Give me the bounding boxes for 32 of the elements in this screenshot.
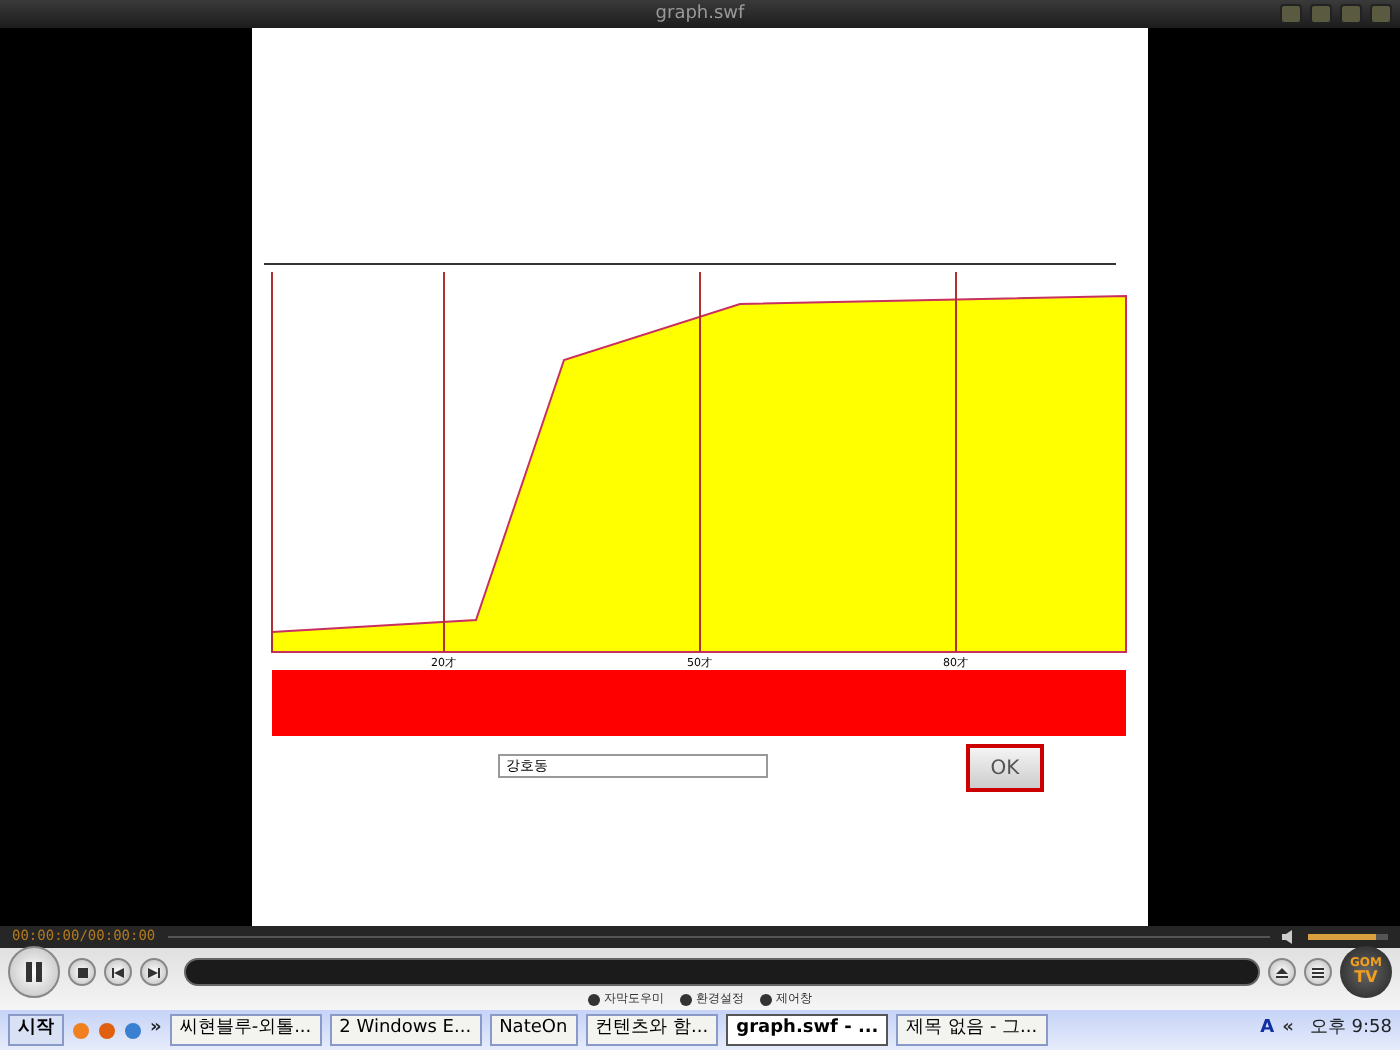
next-icon (148, 967, 160, 977)
list-icon (1312, 967, 1324, 977)
language-indicator[interactable]: A (1260, 1016, 1275, 1044)
window-title: graph.swf (655, 2, 745, 28)
pause-icon (26, 962, 42, 982)
taskbar-button[interactable]: graph.swf - ... (726, 1014, 889, 1046)
browser-icon[interactable] (124, 1021, 142, 1039)
more-button[interactable]: » (150, 1016, 162, 1044)
window-button[interactable] (1280, 4, 1302, 24)
taskbar-button[interactable]: 제목 없음 - 그... (896, 1014, 1048, 1046)
expand-tray-button[interactable]: « (1282, 1016, 1294, 1044)
next-button[interactable] (140, 958, 168, 986)
minimize-button[interactable] (1310, 4, 1332, 24)
clock: 오후 9:58 (1309, 1016, 1392, 1043)
volume-slider[interactable] (1308, 934, 1388, 940)
pause-button[interactable] (8, 946, 60, 998)
stop-button[interactable] (68, 958, 96, 986)
taskbar-button[interactable]: 2 Windows E... (329, 1014, 482, 1046)
playlist-button[interactable] (1304, 958, 1332, 986)
taskbar-button[interactable]: 컨텐츠와 함... (585, 1014, 719, 1046)
eject-button[interactable] (1268, 958, 1296, 986)
eject-icon (1276, 967, 1288, 977)
maximize-button[interactable] (1340, 4, 1362, 24)
stop-icon (77, 967, 87, 977)
taskbar-button[interactable]: 씨현블루-외톨... (169, 1014, 322, 1046)
start-button[interactable]: 시작 (8, 1014, 64, 1046)
ok-button[interactable]: OK (966, 744, 1044, 792)
close-button[interactable] (1370, 4, 1392, 24)
previous-icon (112, 967, 124, 977)
volume-icon (1282, 930, 1296, 944)
taskbar-button[interactable]: NateOn (489, 1014, 578, 1046)
previous-button[interactable] (104, 958, 132, 986)
